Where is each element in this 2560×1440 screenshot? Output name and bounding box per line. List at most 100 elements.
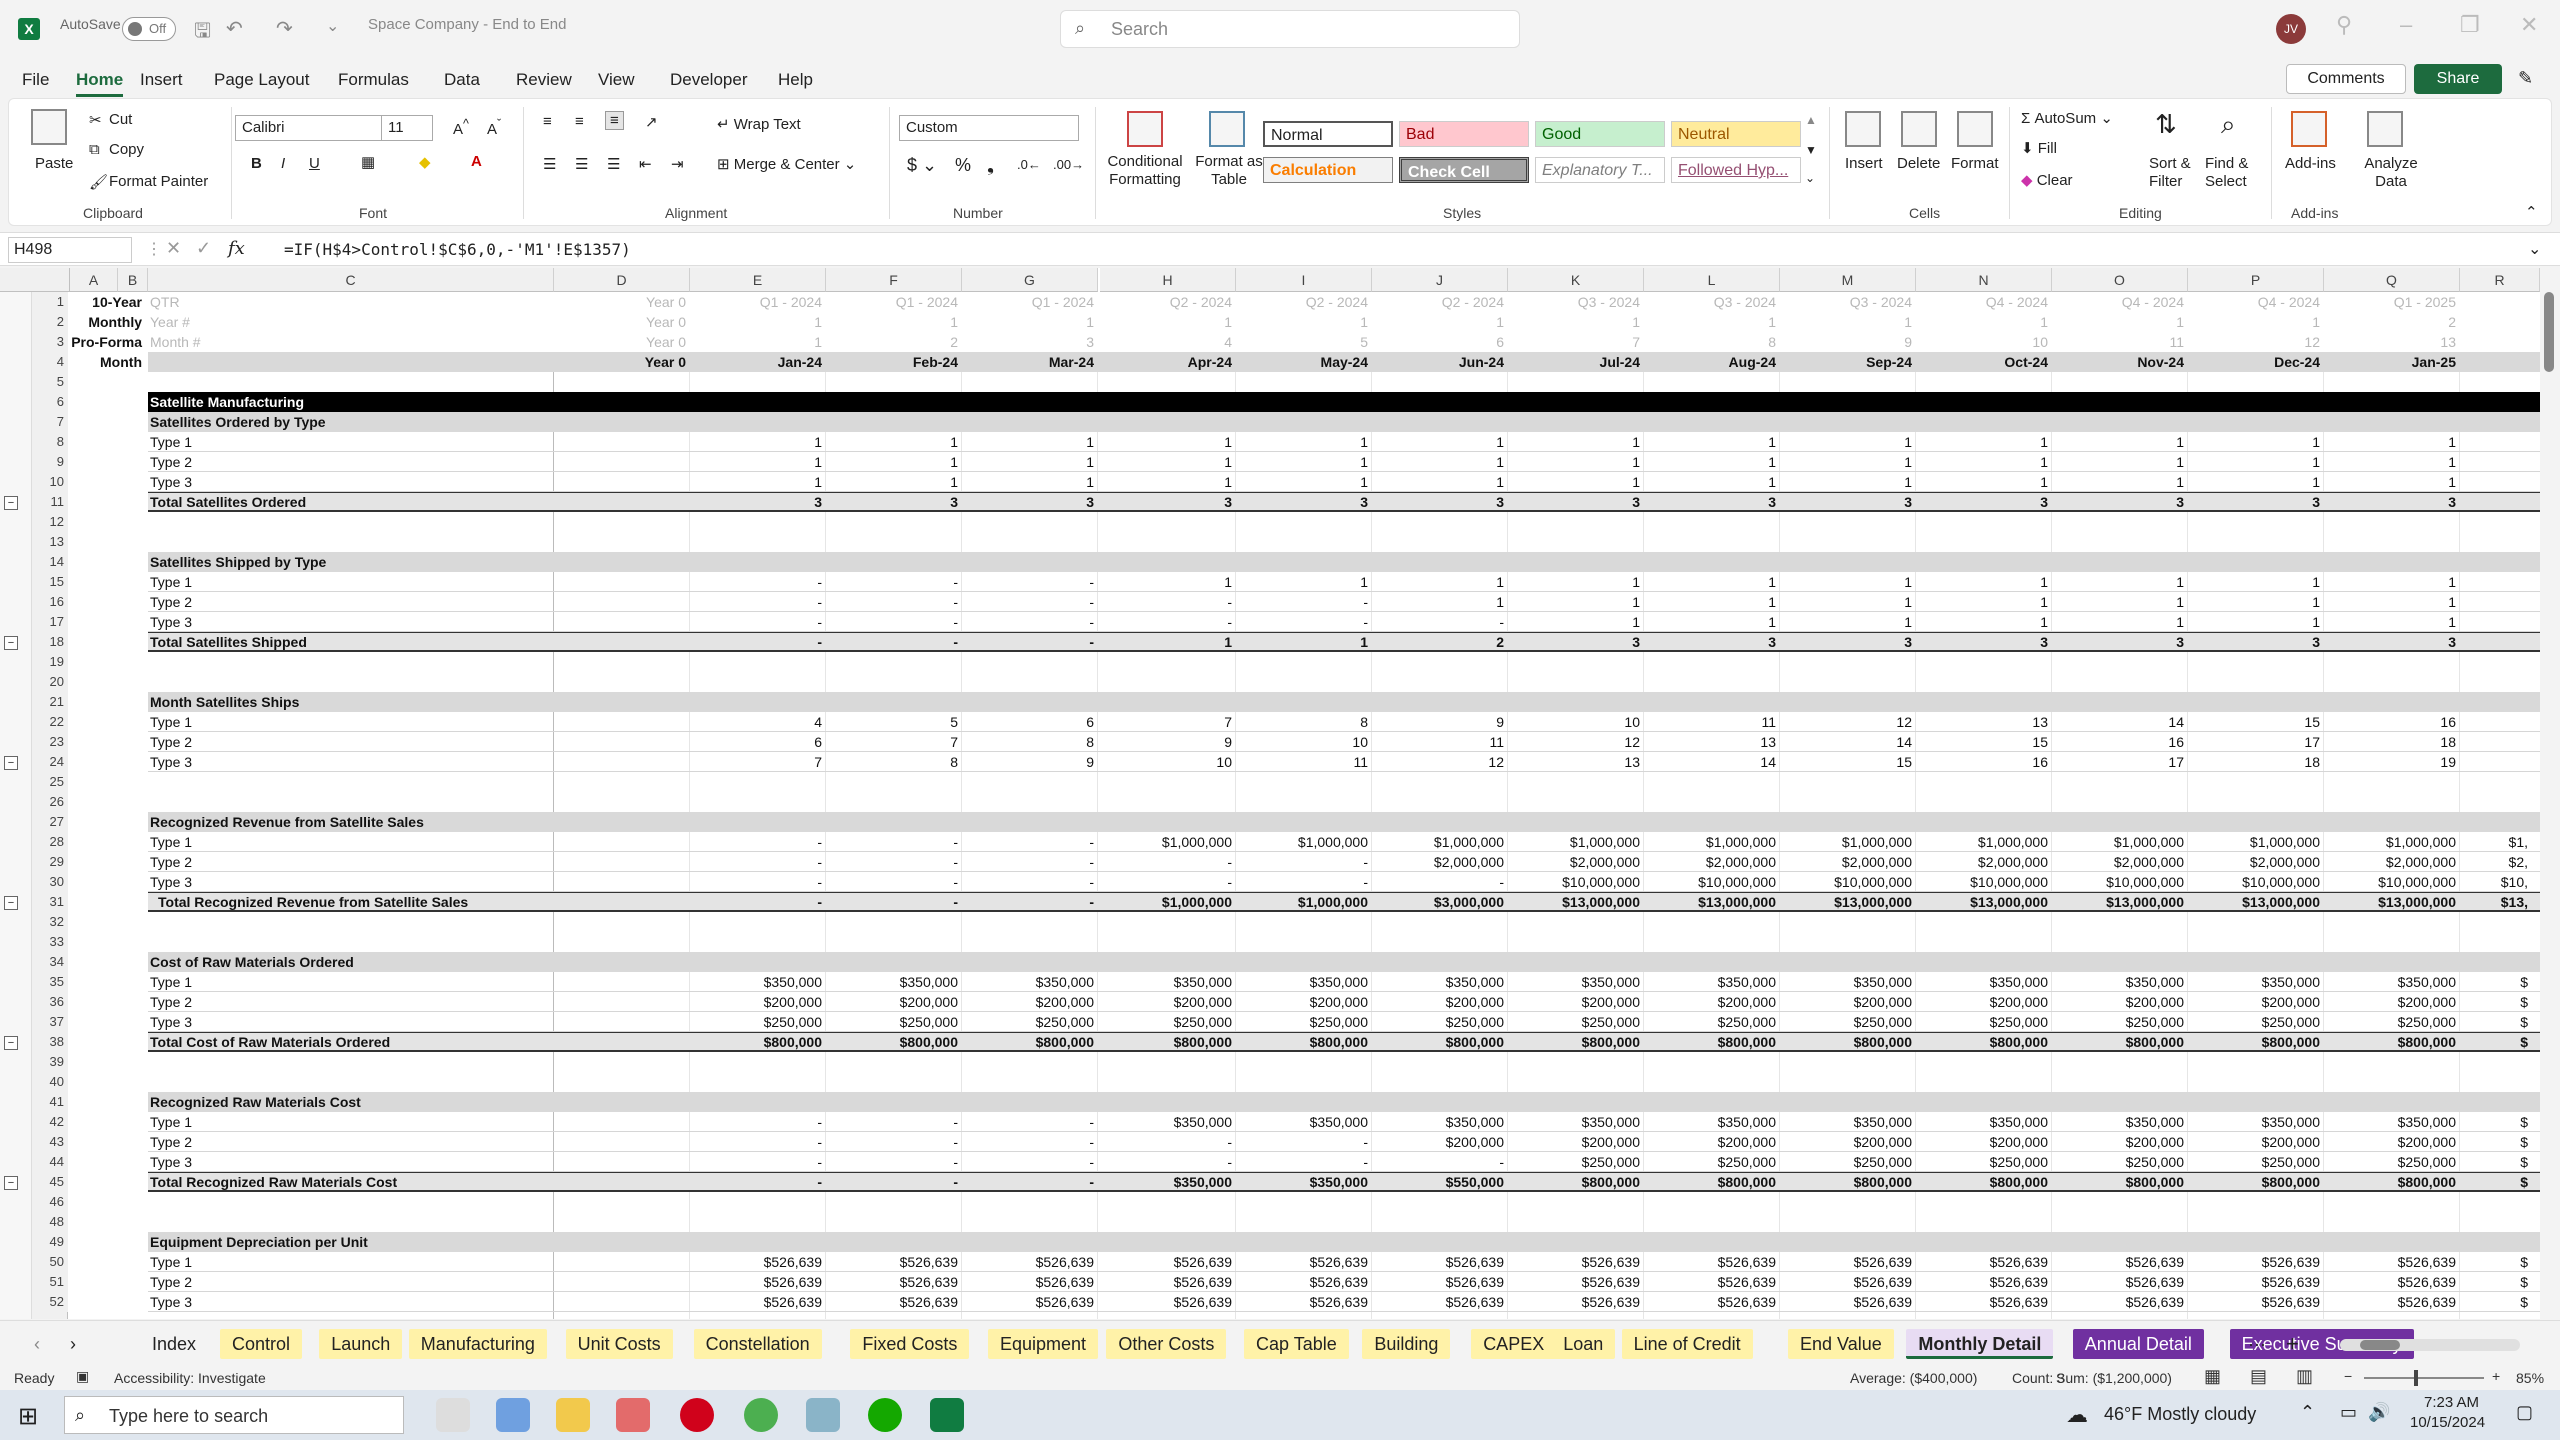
value-cell[interactable]: $526,639 — [1372, 1272, 1508, 1292]
row-header[interactable]: 25 — [32, 772, 68, 792]
sheet-tab-capex[interactable]: CAPEX — [1471, 1329, 1557, 1359]
value-cell[interactable]: 11 — [1372, 732, 1508, 752]
value-cell[interactable]: $350,000 — [690, 972, 826, 992]
font-size-select[interactable]: 11 — [381, 115, 433, 141]
value-cell[interactable]: $2,000,000 — [1916, 852, 2052, 872]
value-cell[interactable]: $800,000 — [2052, 1032, 2188, 1052]
value-cell[interactable]: - — [962, 852, 1098, 872]
chrome-icon[interactable] — [744, 1398, 778, 1432]
value-cell[interactable]: $250,000 — [2052, 1152, 2188, 1172]
tray-chevron-icon[interactable]: ⌃ — [2300, 1402, 2315, 1423]
value-cell[interactable]: 1 — [1780, 612, 1916, 632]
value-cell[interactable]: - — [826, 612, 962, 632]
customize-qat-icon[interactable]: ⌄ — [326, 16, 339, 36]
value-cell[interactable]: $526,639 — [2324, 1292, 2460, 1312]
value-cell[interactable]: $200,000 — [1916, 1132, 2052, 1152]
value-cell[interactable]: 3 — [1372, 492, 1508, 512]
overflow-cell[interactable]: $ — [2460, 1032, 2530, 1052]
align-top-icon[interactable]: ≡ — [543, 113, 552, 130]
value-cell[interactable]: 3 — [2052, 492, 2188, 512]
menu-insert[interactable]: Insert — [140, 70, 183, 90]
value-cell[interactable]: - — [962, 612, 1098, 632]
row-header[interactable]: 41 — [32, 1092, 68, 1112]
search-box[interactable]: ⌕ Search — [1060, 10, 1520, 48]
value-cell[interactable]: - — [962, 1152, 1098, 1172]
value-cell[interactable]: - — [690, 592, 826, 612]
value-cell[interactable]: $800,000 — [2324, 1172, 2460, 1192]
align-middle-icon[interactable]: ≡ — [575, 113, 584, 130]
merge-center-button[interactable]: ⊞ Merge & Center ⌄ — [717, 155, 856, 173]
value-cell[interactable]: - — [690, 1172, 826, 1192]
format-button[interactable]: Format — [1951, 155, 1999, 172]
value-cell[interactable]: - — [826, 1132, 962, 1152]
italic-button[interactable]: I — [281, 155, 285, 172]
align-center-icon[interactable]: ☰ — [575, 155, 588, 173]
value-cell[interactable]: $350,000 — [2188, 1112, 2324, 1132]
value-cell[interactable]: 1 — [2324, 432, 2460, 452]
collapse-group-button[interactable]: − — [4, 496, 18, 510]
value-cell[interactable]: $526,639 — [1508, 1292, 1644, 1312]
value-cell[interactable]: 1 — [1644, 452, 1780, 472]
font-family-select[interactable]: Calibri — [235, 115, 387, 141]
value-cell[interactable]: $350,000 — [1236, 1112, 1372, 1132]
value-cell[interactable]: 1 — [1508, 572, 1644, 592]
value-cell[interactable]: 7 — [826, 732, 962, 752]
value-cell[interactable]: 3 — [1644, 632, 1780, 652]
value-cell[interactable]: $526,639 — [1916, 1292, 2052, 1312]
delete-button[interactable]: Delete — [1897, 155, 1940, 172]
row-header[interactable]: 38 — [32, 1032, 68, 1052]
value-cell[interactable]: 1 — [1780, 452, 1916, 472]
value-cell[interactable]: - — [690, 832, 826, 852]
style-bad[interactable]: Bad — [1399, 121, 1529, 147]
select-all-corner[interactable] — [0, 268, 70, 292]
row-header[interactable]: 52 — [32, 1292, 68, 1312]
column-header-p[interactable]: P — [2188, 268, 2324, 292]
value-cell[interactable]: - — [826, 1172, 962, 1192]
format-painter-button[interactable]: Format Painter — [109, 173, 208, 190]
value-cell[interactable]: $2,000,000 — [2188, 852, 2324, 872]
bold-button[interactable]: B — [251, 155, 262, 172]
value-cell[interactable]: $800,000 — [690, 1032, 826, 1052]
sheet-tab-end-value[interactable]: End Value — [1788, 1329, 1894, 1359]
value-cell[interactable]: $2,000,000 — [1780, 852, 1916, 872]
analyze-data-icon[interactable] — [2367, 111, 2403, 147]
sort-filter-button[interactable]: Sort & Filter — [2149, 155, 2209, 191]
paste-icon[interactable] — [31, 109, 67, 145]
value-cell[interactable]: 1 — [1644, 472, 1780, 492]
undo-icon[interactable]: ↶ — [226, 16, 243, 41]
zoom-out-icon[interactable]: − — [2344, 1368, 2352, 1384]
grow-font-icon[interactable]: A^ — [453, 117, 469, 138]
value-cell[interactable]: - — [1100, 1152, 1236, 1172]
value-cell[interactable]: $13,000,000 — [2052, 892, 2188, 912]
value-cell[interactable]: $250,000 — [2324, 1012, 2460, 1032]
value-cell[interactable]: 3 — [1100, 492, 1236, 512]
value-cell[interactable]: - — [1236, 1152, 1372, 1172]
value-cell[interactable]: - — [690, 632, 826, 652]
value-cell[interactable]: $800,000 — [1372, 1032, 1508, 1052]
value-cell[interactable]: 1 — [2052, 592, 2188, 612]
row-header[interactable]: 44 — [32, 1152, 68, 1172]
value-cell[interactable]: 1 — [1372, 572, 1508, 592]
row-header[interactable]: 9 — [32, 452, 68, 472]
value-cell[interactable]: $13,000,000 — [2188, 892, 2324, 912]
row-header[interactable]: 26 — [32, 792, 68, 812]
value-cell[interactable]: - — [826, 572, 962, 592]
network-icon[interactable]: ▭ — [2340, 1402, 2357, 1423]
value-cell[interactable]: $250,000 — [1916, 1012, 2052, 1032]
row-header[interactable]: 45 — [32, 1172, 68, 1192]
value-cell[interactable]: $200,000 — [1508, 992, 1644, 1012]
value-cell[interactable]: $250,000 — [1644, 1152, 1780, 1172]
value-cell[interactable]: - — [1372, 612, 1508, 632]
align-right-icon[interactable]: ☰ — [607, 155, 620, 173]
value-cell[interactable]: $526,639 — [1100, 1252, 1236, 1272]
increase-decimal-icon[interactable]: .0← — [1017, 157, 1041, 172]
value-cell[interactable]: 1 — [1644, 612, 1780, 632]
cut-icon[interactable]: ✂ — [89, 111, 102, 129]
overflow-cell[interactable]: $ — [2460, 1132, 2530, 1152]
value-cell[interactable]: $13,000,000 — [1644, 892, 1780, 912]
value-cell[interactable]: 3 — [1916, 492, 2052, 512]
value-cell[interactable]: 18 — [2324, 732, 2460, 752]
sheet-tab-loan[interactable]: Loan — [1551, 1329, 1616, 1359]
value-cell[interactable]: $526,639 — [1372, 1252, 1508, 1272]
value-cell[interactable]: 9 — [1100, 732, 1236, 752]
